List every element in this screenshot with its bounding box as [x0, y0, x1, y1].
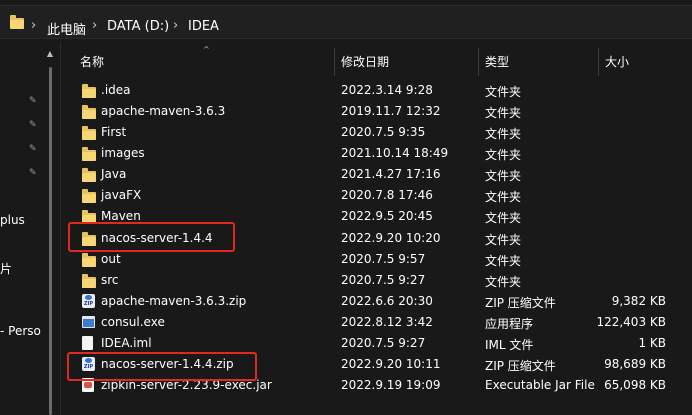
file-name: Maven: [101, 209, 141, 223]
file-type: 文件夹: [485, 148, 522, 162]
folder-icon: [82, 147, 96, 161]
file-modified: 2022.9.20 10:11: [341, 357, 441, 371]
pin-icon[interactable]: ✎: [29, 144, 38, 154]
file-name: consul.exe: [101, 315, 165, 329]
file-type: 文件夹: [485, 127, 522, 141]
nav-item-label[interactable]: - Perso: [0, 324, 41, 338]
breadcrumb-item-data-drive[interactable]: DATA (D:): [107, 19, 169, 34]
file-modified: 2022.9.20 10:20: [341, 231, 441, 245]
column-header: ^ 名称 修改日期 类型 大小: [66, 45, 692, 76]
nav-scrollbar[interactable]: ▲: [45, 49, 55, 415]
file-type: IML 文件: [485, 338, 534, 352]
folder-icon: [82, 84, 96, 98]
file-type: 文件夹: [485, 169, 522, 183]
file-modified: 2019.11.7 12:32: [341, 104, 441, 118]
file-type: 文件夹: [485, 254, 522, 268]
file-modified: 2022.8.12 3:42: [341, 315, 433, 329]
file-name: IDEA.iml: [101, 336, 152, 350]
file-modified: 2020.7.5 9:27: [341, 273, 426, 287]
list-item[interactable]: images 2021.10.14 18:49 文件夹: [66, 143, 692, 164]
folder-icon: [82, 253, 96, 267]
list-item[interactable]: IDEA.iml 2020.7.5 9:27 IML 文件 1 KB: [66, 333, 692, 354]
chevron-right-icon[interactable]: ›: [31, 18, 36, 33]
chevron-right-icon[interactable]: ›: [92, 18, 97, 33]
pin-icon[interactable]: ✎: [29, 168, 38, 178]
file-type: ZIP 压缩文件: [485, 359, 556, 373]
highlight-box-nacos-folder: [68, 222, 235, 252]
file-name: out: [101, 252, 121, 266]
breadcrumb-item-this-pc[interactable]: 此电脑: [47, 19, 86, 38]
breadcrumb-item-idea[interactable]: IDEA: [188, 19, 219, 34]
folder-icon: [82, 126, 96, 140]
file-name: images: [101, 146, 145, 160]
list-item[interactable]: First 2020.7.5 9:35 文件夹: [66, 122, 692, 143]
file-modified: 2021.10.14 18:49: [341, 146, 449, 160]
folder-icon: [82, 274, 96, 288]
list-item[interactable]: apache-maven-3.6.3 2019.11.7 12:32 文件夹: [66, 101, 692, 122]
chevron-right-icon[interactable]: ›: [173, 18, 178, 33]
iml-file-icon: [82, 336, 93, 350]
highlight-box-nacos-zip: [67, 352, 257, 381]
list-item[interactable]: ZIP apache-maven-3.6.3.zip 2022.6.6 20:3…: [66, 291, 692, 312]
file-size: 1 KB: [638, 336, 666, 350]
file-type: 文件夹: [485, 106, 522, 120]
folder-icon: [82, 168, 96, 182]
list-item[interactable]: src 2020.7.5 9:27 文件夹: [66, 270, 692, 291]
file-type: 文件夹: [485, 275, 522, 289]
nav-item-label[interactable]: plus: [0, 213, 25, 227]
file-name: apache-maven-3.6.3: [101, 104, 226, 118]
file-name: javaFX: [101, 188, 142, 202]
file-modified: 2020.7.5 9:57: [341, 252, 426, 266]
address-box[interactable]: › 此电脑 › DATA (D:) › IDEA: [0, 5, 692, 39]
file-name: .idea: [101, 83, 131, 97]
column-header-modified[interactable]: 修改日期: [335, 48, 479, 76]
file-size: 65,098 KB: [604, 378, 666, 392]
file-modified: 2022.9.5 20:45: [341, 209, 433, 223]
column-header-size[interactable]: 大小: [599, 48, 692, 76]
folder-icon: [82, 105, 96, 119]
file-modified: 2022.3.14 9:28: [341, 83, 433, 97]
file-name: Java: [101, 167, 127, 181]
file-size: 9,382 KB: [611, 294, 666, 308]
list-item[interactable]: out 2020.7.5 9:57 文件夹: [66, 249, 692, 270]
pin-icon[interactable]: ✎: [29, 96, 38, 106]
file-name: apache-maven-3.6.3.zip: [101, 294, 247, 308]
address-bar: › 此电脑 › DATA (D:) › IDEA: [0, 0, 692, 42]
file-type: 文件夹: [485, 190, 522, 204]
column-header-type[interactable]: 类型: [479, 48, 599, 76]
file-modified: 2020.7.5 9:27: [341, 336, 426, 350]
file-type: 应用程序: [485, 317, 534, 331]
file-type: 文件夹: [485, 85, 522, 99]
file-type: 文件夹: [485, 233, 522, 247]
pin-icon[interactable]: ✎: [29, 120, 38, 130]
list-item[interactable]: .idea 2022.3.14 9:28 文件夹: [66, 80, 692, 101]
zip-file-icon: ZIP: [82, 294, 95, 308]
exe-file-icon: [82, 316, 95, 328]
scroll-up-icon[interactable]: ▲: [45, 49, 55, 58]
list-item[interactable]: javaFX 2020.7.8 17:46 文件夹: [66, 185, 692, 206]
list-item[interactable]: Java 2021.4.27 17:16 文件夹: [66, 164, 692, 185]
file-type: Executable Jar File: [485, 378, 595, 392]
folder-icon: [10, 15, 24, 29]
file-modified: 2020.7.8 17:46: [341, 188, 433, 202]
file-modified: 2021.4.27 17:16: [341, 167, 441, 181]
file-name: First: [101, 125, 127, 139]
file-modified: 2020.7.5 9:35: [341, 125, 426, 139]
scrollbar-thumb[interactable]: [49, 67, 52, 415]
list-item[interactable]: consul.exe 2022.8.12 3:42 应用程序 122,403 K…: [66, 312, 692, 333]
file-modified: 2022.9.19 19:09: [341, 378, 441, 392]
file-name: src: [101, 273, 119, 287]
column-header-name[interactable]: 名称: [74, 48, 335, 76]
nav-item-label[interactable]: 片: [0, 260, 12, 277]
file-type: ZIP 压缩文件: [485, 296, 556, 310]
folder-icon: [82, 189, 96, 203]
file-size: 98,689 KB: [604, 357, 666, 371]
file-type: 文件夹: [485, 211, 522, 225]
file-modified: 2022.6.6 20:30: [341, 294, 433, 308]
file-size: 122,403 KB: [596, 315, 666, 329]
